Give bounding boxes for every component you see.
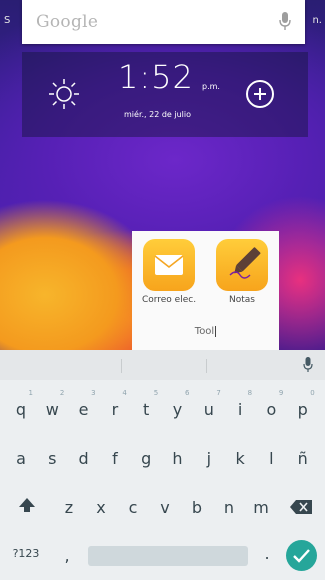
key-hint: 1 xyxy=(28,389,33,397)
key-label: d xyxy=(78,449,89,468)
key-label: m xyxy=(253,498,269,517)
key-hint: 2 xyxy=(59,389,65,397)
key-a[interactable]: a xyxy=(6,441,36,477)
key-x[interactable]: x xyxy=(86,490,116,526)
key-s[interactable]: s xyxy=(37,441,67,477)
key-label: e xyxy=(78,400,89,419)
keyboard: q1w2e3r4t5y6u7i8o9p0 asdfghjklñ zxcvbnm … xyxy=(0,350,325,580)
add-circle-icon[interactable] xyxy=(246,80,274,108)
key-f[interactable]: f xyxy=(100,441,130,477)
key-ñ[interactable]: ñ xyxy=(288,441,318,477)
key-hint: 8 xyxy=(247,389,253,397)
key-e[interactable]: e3 xyxy=(69,389,99,428)
key-l[interactable]: l xyxy=(256,441,286,477)
suggestion-divider xyxy=(121,359,122,373)
folder-name-text: Tool xyxy=(194,326,215,337)
shift-icon[interactable] xyxy=(18,496,36,514)
key-d[interactable]: d xyxy=(69,441,99,477)
key-label: r xyxy=(111,400,119,419)
backspace-icon[interactable] xyxy=(290,500,312,514)
google-logo: Google xyxy=(36,12,99,32)
key-label: u xyxy=(203,400,214,419)
key-label: z xyxy=(64,498,74,517)
app-label-notes: Notas xyxy=(229,295,255,305)
status-left-text: S xyxy=(4,15,11,26)
clock-widget[interactable]: 1:52 p.m. miér., 22 de julio xyxy=(22,52,308,137)
key-hint: 7 xyxy=(216,389,221,397)
text-cursor xyxy=(215,326,217,337)
notes-pencil-icon xyxy=(216,239,268,291)
key-hint: 6 xyxy=(185,389,190,397)
key-hint: 4 xyxy=(122,389,127,397)
key-v[interactable]: v xyxy=(150,490,180,526)
app-email[interactable]: Correo elec. xyxy=(138,239,200,305)
clock-date[interactable]: miér., 22 de julio xyxy=(124,110,191,119)
key-k[interactable]: k xyxy=(225,441,255,477)
period-key[interactable]: . xyxy=(252,536,282,572)
key-z[interactable]: z xyxy=(54,490,84,526)
enter-key[interactable] xyxy=(286,540,317,571)
key-label: b xyxy=(191,498,203,517)
key-q[interactable]: q1 xyxy=(6,389,36,428)
key-label: h xyxy=(172,449,183,468)
key-hint: 9 xyxy=(278,389,284,397)
key-c[interactable]: c xyxy=(118,490,148,526)
key-label: l xyxy=(269,449,274,468)
key-hint: 0 xyxy=(310,389,315,397)
key-t[interactable]: t5 xyxy=(131,389,161,428)
key-label: k xyxy=(235,449,245,468)
symbols-key[interactable]: ?123 xyxy=(6,536,46,572)
key-y[interactable]: y6 xyxy=(163,389,193,428)
key-m[interactable]: m xyxy=(246,490,276,526)
comma-key[interactable]: , xyxy=(52,538,82,574)
key-label: t xyxy=(143,400,150,419)
app-label-email: Correo elec. xyxy=(141,295,197,305)
clock-time[interactable]: 1:52 xyxy=(118,58,194,96)
email-icon xyxy=(143,239,195,291)
mic-icon[interactable] xyxy=(279,12,291,32)
key-label: q xyxy=(15,400,27,419)
key-label: o xyxy=(266,400,277,419)
google-search-bar[interactable]: Google xyxy=(22,0,305,44)
folder-name-field[interactable]: Tool xyxy=(132,326,279,337)
key-label: i xyxy=(237,400,243,419)
key-label: a xyxy=(16,449,26,468)
key-r[interactable]: r4 xyxy=(100,389,130,428)
space-key[interactable] xyxy=(88,546,248,566)
suggestion-strip[interactable] xyxy=(0,350,325,380)
key-p[interactable]: p0 xyxy=(288,389,318,428)
mic-icon[interactable] xyxy=(303,357,313,373)
key-label: w xyxy=(45,400,59,419)
key-o[interactable]: o9 xyxy=(256,389,286,428)
key-label: j xyxy=(206,449,212,468)
key-label: y xyxy=(172,400,183,419)
sun-icon[interactable] xyxy=(48,78,80,110)
suggestion-divider xyxy=(206,359,207,373)
key-n[interactable]: n xyxy=(214,490,244,526)
key-label: s xyxy=(48,449,57,468)
key-label: f xyxy=(112,449,118,468)
key-label: g xyxy=(141,449,152,468)
key-label: v xyxy=(160,498,170,517)
key-label: ñ xyxy=(297,449,308,468)
key-label: n xyxy=(223,498,235,517)
key-w[interactable]: w2 xyxy=(37,389,67,428)
key-i[interactable]: i8 xyxy=(225,389,255,428)
clock-ampm: p.m. xyxy=(202,82,220,91)
check-icon xyxy=(293,549,310,563)
key-hint: 3 xyxy=(91,389,96,397)
key-u[interactable]: u7 xyxy=(194,389,224,428)
status-right-text: n. xyxy=(312,15,322,26)
app-folder-popup: Correo elec. Notas Tool xyxy=(132,231,279,350)
key-label: p xyxy=(297,400,308,419)
key-label: c xyxy=(128,498,138,517)
key-hint: 5 xyxy=(153,389,159,397)
key-h[interactable]: h xyxy=(163,441,193,477)
key-g[interactable]: g xyxy=(131,441,161,477)
key-j[interactable]: j xyxy=(194,441,224,477)
key-label: x xyxy=(96,498,106,517)
key-b[interactable]: b xyxy=(182,490,212,526)
app-notes[interactable]: Notas xyxy=(211,239,273,305)
